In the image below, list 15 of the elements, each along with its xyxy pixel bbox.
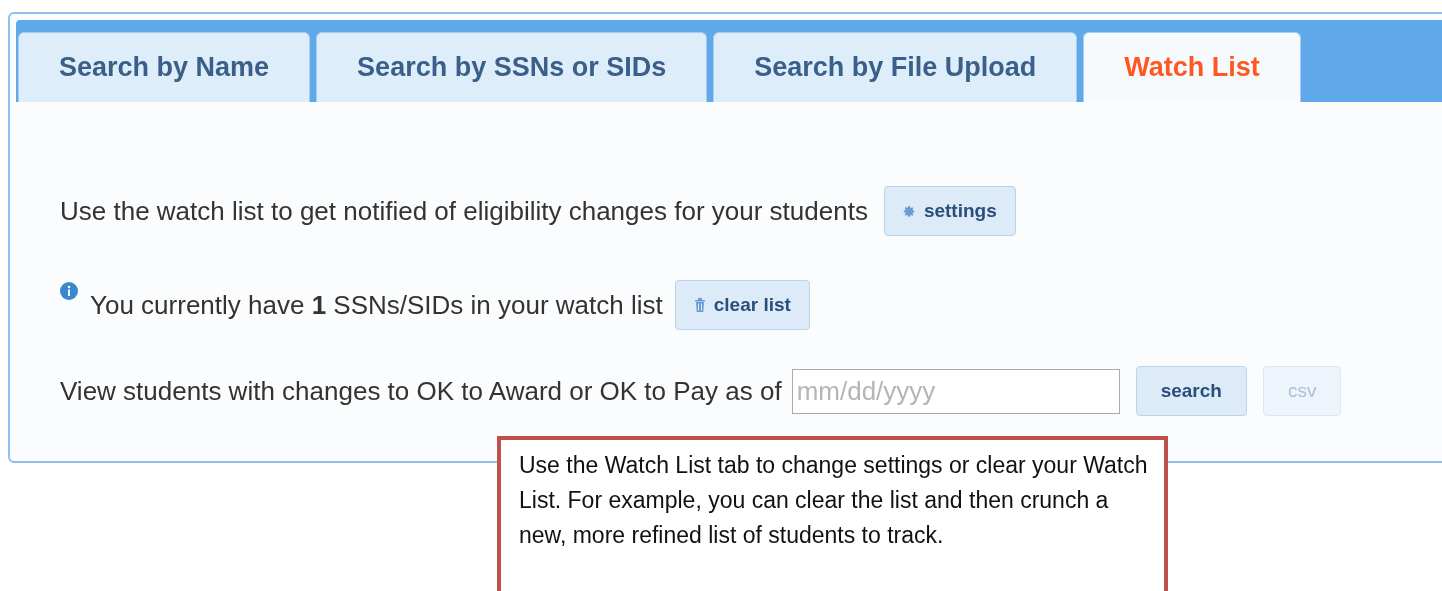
watch-list-count-text: You currently have 1 SSNs/SIDs in your watch list — [90, 288, 663, 322]
search-button[interactable]: search — [1135, 366, 1247, 416]
info-icon — [60, 282, 78, 300]
tab[interactable]: Search by Name — [18, 32, 311, 102]
tab[interactable]: Search by SSNs or SIDs — [316, 32, 708, 102]
tab[interactable]: Watch List — [1083, 32, 1301, 102]
trash-icon — [693, 298, 706, 312]
intro-text: Use the watch list to get notified of eligibility changes for your students — [60, 194, 868, 228]
settings-button[interactable]: settings — [883, 186, 1016, 236]
clear-list-button[interactable]: clear list — [674, 280, 810, 330]
callout-text: Use the Watch List tab to change settings or clear your Watch List. For example, you can clear the list and then crunch a new, more refined list of students to track. — [519, 451, 1149, 550]
tab[interactable]: Search by File Upload — [713, 32, 1078, 102]
view-changes-label: View students with changes to OK to Award or OK to Pay as of — [60, 374, 782, 408]
date-field[interactable]: mm/dd/yyyy — [791, 368, 1120, 414]
gear-icon — [902, 204, 916, 218]
